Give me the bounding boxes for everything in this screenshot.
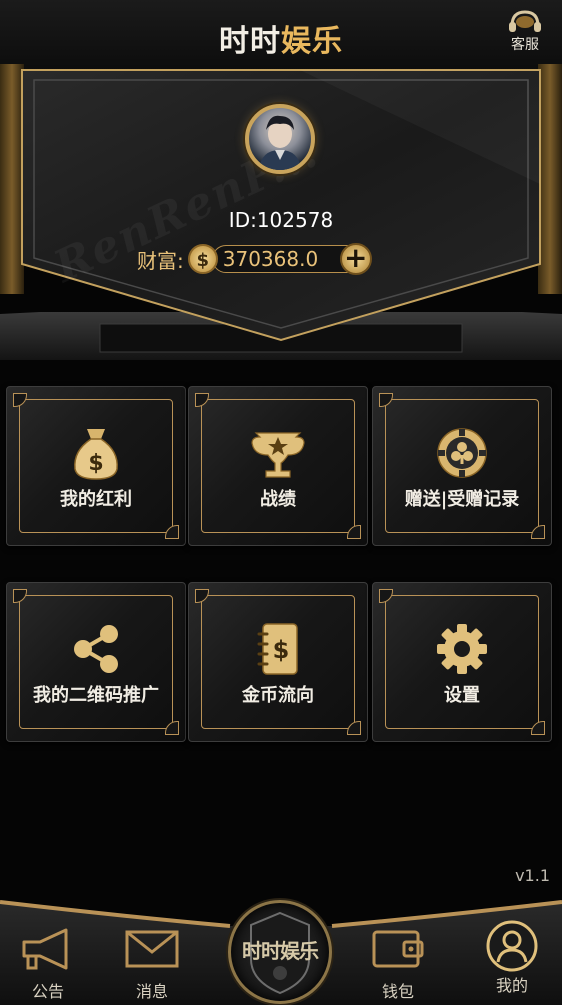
tile-coin-flow[interactable]: $ 金币流向 <box>188 582 368 742</box>
svg-text:$: $ <box>88 451 103 476</box>
share-icon <box>74 625 118 673</box>
version-label: v1.1 <box>515 866 550 885</box>
nav-label: 钱包 <box>381 982 414 1001</box>
user-icon <box>486 920 538 972</box>
app-title-part2: 娱乐 <box>281 24 343 59</box>
wallet-icon <box>372 930 424 968</box>
customer-service-button[interactable]: 客服 <box>500 8 550 54</box>
tile-label: 金币流向 <box>242 685 314 706</box>
trophy-icon <box>251 432 305 478</box>
poker-chip-icon <box>437 428 487 478</box>
avatar-portrait <box>259 115 301 170</box>
tile-label: 赠送|受赠记录 <box>404 489 520 510</box>
tile-label: 我的红利 <box>60 489 132 510</box>
megaphone-icon <box>22 928 68 970</box>
nav-label: 公告 <box>31 982 64 1001</box>
gear-icon <box>437 624 487 674</box>
headset-icon <box>509 10 541 32</box>
nav-label: 消息 <box>135 982 168 1001</box>
app-title-part1: 时时 <box>219 24 281 59</box>
wealth-label: 财富: <box>137 248 184 273</box>
user-id: ID:102578 <box>228 208 334 232</box>
envelope-icon <box>125 930 179 968</box>
customer-service-label: 客服 <box>511 37 539 53</box>
tile-my-bonus[interactable]: $ 我的红利 <box>6 386 186 546</box>
nav-label: 我的 <box>495 976 528 995</box>
avatar[interactable] <box>245 104 315 174</box>
wealth-row: 财富: $ 370368.0 + <box>137 242 372 276</box>
tile-records[interactable]: 战绩 <box>188 386 368 546</box>
tile-label: 我的二维码推广 <box>33 685 159 706</box>
nav-mine[interactable]: 我的 <box>472 920 552 1004</box>
app-title: 时时娱乐 <box>0 16 562 60</box>
notebook-dollar-icon: $ <box>257 623 298 675</box>
add-wealth-button[interactable]: + <box>339 243 372 275</box>
center-logo-text: 时时娱乐 <box>242 939 319 963</box>
tile-label: 设置 <box>444 685 480 706</box>
nav-announcement[interactable]: 公告 <box>8 926 88 1004</box>
nav-wallet[interactable]: 钱包 <box>358 926 438 1004</box>
tile-settings[interactable]: 设置 <box>372 582 552 742</box>
tile-label: 战绩 <box>260 489 296 510</box>
tile-gift-records[interactable]: 赠送|受赠记录 <box>372 386 552 546</box>
bottom-nav: 公告 消息 时时娱乐 钱包 我的 <box>0 896 562 1005</box>
dollar-coin-icon: $ <box>187 244 218 274</box>
money-bag-icon: $ <box>74 429 118 480</box>
nav-messages[interactable]: 消息 <box>112 926 192 1004</box>
home-logo-button[interactable]: 时时娱乐 <box>228 900 332 1004</box>
profile-banner: RenRenP... ID:102578 财富: $ 370368.0 + <box>0 64 562 364</box>
top-bar: 时时娱乐 客服 <box>0 0 562 72</box>
tile-qr-promotion[interactable]: 我的二维码推广 <box>6 582 186 742</box>
svg-text:$: $ <box>273 636 290 664</box>
